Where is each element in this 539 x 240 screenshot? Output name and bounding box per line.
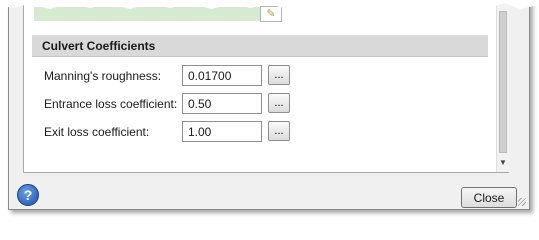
mannings-roughness-browse-button[interactable]: ... <box>268 65 290 85</box>
coefficients-panel: ✎ Culvert Coefficients Manning's roughne… <box>23 1 509 173</box>
dialog-window: ✎ Culvert Coefficients Manning's roughne… <box>8 0 530 210</box>
mannings-roughness-row: Manning's roughness: ... <box>32 65 302 87</box>
vertical-scrollbar[interactable]: ▼ <box>496 1 509 172</box>
exit-loss-input[interactable] <box>182 121 262 142</box>
chevron-down-icon[interactable]: ▼ <box>499 158 507 168</box>
resize-grip-icon[interactable] <box>518 198 526 206</box>
help-icon[interactable]: ? <box>17 184 39 206</box>
section-header: Culvert Coefficients <box>32 35 488 57</box>
exit-loss-browse-button[interactable]: ... <box>268 121 290 141</box>
exit-loss-label: Exit loss coefficient: <box>44 125 150 139</box>
entrance-loss-input[interactable] <box>182 93 262 114</box>
mannings-roughness-input[interactable] <box>182 65 262 86</box>
close-button[interactable]: Close <box>461 187 517 208</box>
entrance-loss-label: Entrance loss coefficient: <box>44 97 178 111</box>
entrance-loss-row: Entrance loss coefficient: ... <box>32 93 302 115</box>
scrollbar-thumb[interactable] <box>499 11 507 153</box>
exit-loss-row: Exit loss coefficient: ... <box>32 121 302 143</box>
mannings-roughness-label: Manning's roughness: <box>44 69 162 83</box>
torn-edge <box>0 0 539 10</box>
entrance-loss-browse-button[interactable]: ... <box>268 93 290 113</box>
